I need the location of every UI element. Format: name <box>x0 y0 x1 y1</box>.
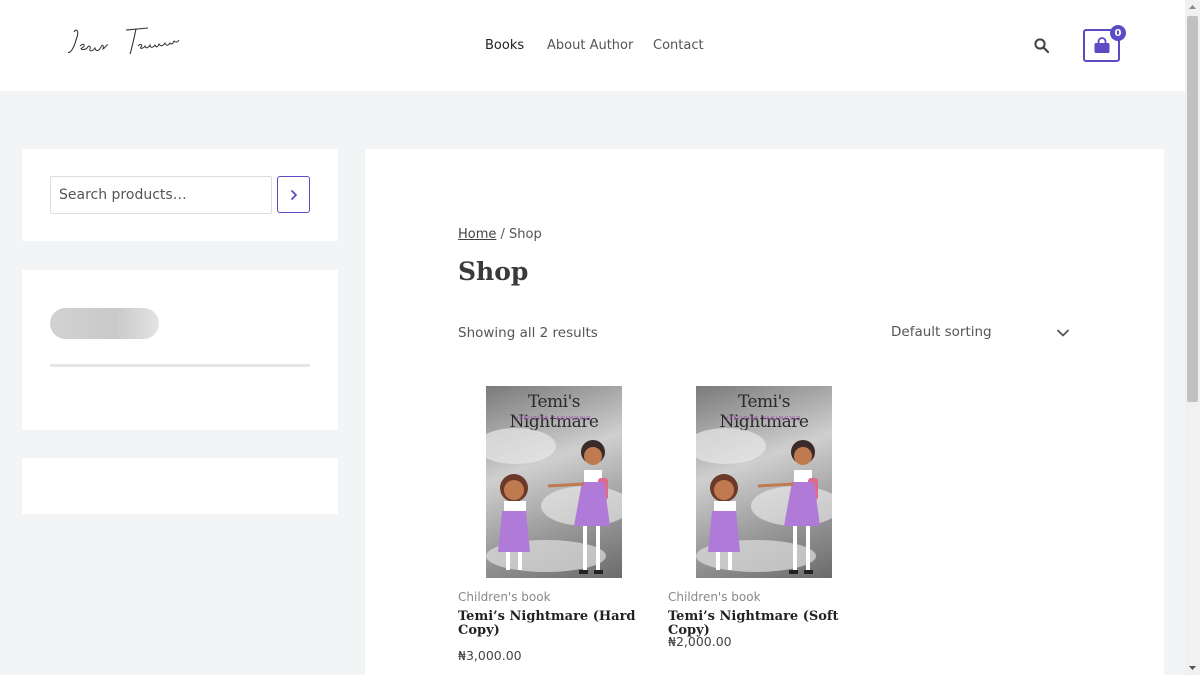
scroll-down-button[interactable] <box>1185 660 1200 675</box>
caret-up-icon <box>1189 5 1196 9</box>
product-cover-image[interactable]: Temi's Nightmare JESUTISE TANIMOWO <box>486 386 622 578</box>
product-search-input[interactable] <box>50 176 272 214</box>
loading-widget <box>22 270 338 430</box>
scrollbar-thumb[interactable] <box>1187 16 1198 402</box>
breadcrumb-current: Shop <box>509 227 542 242</box>
chevron-down-icon <box>1057 329 1069 337</box>
header-search-button[interactable] <box>1033 37 1051 55</box>
page-scrollbar[interactable] <box>1185 0 1200 675</box>
sorting-selected-value: Default sorting <box>891 324 992 340</box>
product-search-submit-button[interactable] <box>277 176 310 213</box>
breadcrumb-separator: / <box>496 227 510 242</box>
loading-placeholder-pill <box>50 308 159 339</box>
breadcrumb-home-link[interactable]: Home <box>458 227 496 242</box>
product-cover-image[interactable]: Temi's Nightmare JESUTISE TANIMOWO <box>696 386 832 578</box>
chevron-right-icon <box>290 189 297 200</box>
site-logo[interactable] <box>66 24 196 64</box>
result-count: Showing all 2 results <box>458 325 598 341</box>
product-search-widget <box>22 149 338 241</box>
page-title: Shop <box>458 257 529 286</box>
book-cover-illustration <box>696 428 832 574</box>
nav-item-contact[interactable]: Contact <box>653 38 704 53</box>
product-price: ₦2,000.00 <box>668 634 732 649</box>
empty-widget <box>22 458 338 514</box>
caret-down-icon <box>1189 666 1196 670</box>
product-category[interactable]: Children's book <box>458 590 551 604</box>
scroll-up-button[interactable] <box>1185 0 1200 15</box>
sorting-dropdown[interactable]: Default sorting <box>885 320 1070 346</box>
nav-item-books[interactable]: Books <box>485 38 524 53</box>
shop-content: Home / Shop Shop Showing all 2 results D… <box>365 149 1164 675</box>
site-header: Books About Author Contact 0 <box>0 0 1185 91</box>
loading-placeholder-line <box>50 364 310 367</box>
shopping-bag-icon <box>1094 37 1109 53</box>
cart-count-badge: 0 <box>1110 25 1126 41</box>
cart-button[interactable]: 0 <box>1083 25 1126 62</box>
search-icon <box>1034 38 1050 54</box>
nav-item-about-author[interactable]: About Author <box>547 38 633 53</box>
book-cover-illustration <box>486 428 622 574</box>
product-title[interactable]: Temi’s Nightmare (Hard Copy) <box>458 610 648 638</box>
product-price: ₦3,000.00 <box>458 648 522 663</box>
breadcrumb: Home / Shop <box>458 227 542 242</box>
product-category[interactable]: Children's book <box>668 590 761 604</box>
